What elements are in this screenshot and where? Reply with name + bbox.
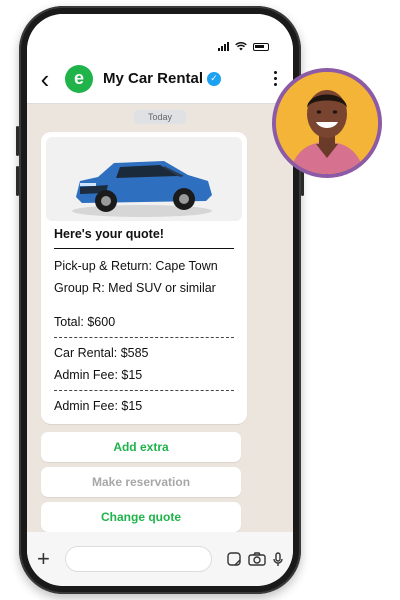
wifi-icon: [235, 42, 247, 51]
car-image: [46, 137, 242, 221]
quote-message-bubble: Here's your quote! Pick-up & Return: Cap…: [41, 132, 247, 424]
status-bar: [27, 14, 293, 54]
car-rental-text: Car Rental: $585: [54, 346, 149, 360]
business-name[interactable]: My Car Rental: [103, 70, 203, 87]
chat-header: ‹ e My Car Rental ✓: [27, 54, 293, 104]
phone-frame: ‹ e My Car Rental ✓ Today Here's your qu…: [16, 6, 304, 594]
customer-avatar: [272, 68, 382, 178]
person-portrait-icon: [276, 72, 378, 174]
make-reservation-button[interactable]: Make reservation: [41, 467, 241, 497]
date-separator: Today: [133, 110, 187, 124]
logo-letter: e: [73, 68, 84, 88]
verified-badge-icon: ✓: [207, 71, 222, 86]
quote-title: Here's your quote!: [54, 227, 234, 249]
microphone-icon[interactable]: [273, 551, 283, 567]
message-input[interactable]: [65, 546, 212, 572]
signal-icon: [218, 42, 229, 51]
phone-volume-up: [16, 126, 19, 156]
dashed-divider: [54, 337, 234, 338]
suv-icon: [72, 161, 212, 217]
chevron-left-icon[interactable]: ‹: [29, 66, 61, 92]
phone-screen: ‹ e My Car Rental ✓ Today Here's your qu…: [27, 14, 293, 586]
message-input-bar: +: [27, 532, 293, 586]
plus-icon[interactable]: +: [37, 548, 57, 570]
camera-icon[interactable]: [248, 552, 266, 566]
vehicle-group-text: Group R: Med SUV or similar: [54, 281, 216, 295]
total-text: Total: $600: [54, 315, 116, 329]
more-vertical-icon[interactable]: [274, 71, 277, 86]
add-extra-button[interactable]: Add extra: [41, 432, 241, 462]
battery-icon: [253, 43, 269, 51]
change-quote-button[interactable]: Change quote: [41, 502, 241, 532]
dashed-divider: [54, 390, 234, 391]
status-icons: [218, 42, 269, 51]
admin-fee-text: Admin Fee: $15: [54, 368, 143, 382]
sticker-icon[interactable]: [227, 552, 241, 566]
business-logo[interactable]: e: [65, 64, 93, 93]
admin-fee-text: Admin Fee: $15: [54, 399, 143, 413]
phone-volume-down: [16, 166, 19, 196]
pickup-return-text: Pick-up & Return: Cape Town: [54, 259, 218, 273]
